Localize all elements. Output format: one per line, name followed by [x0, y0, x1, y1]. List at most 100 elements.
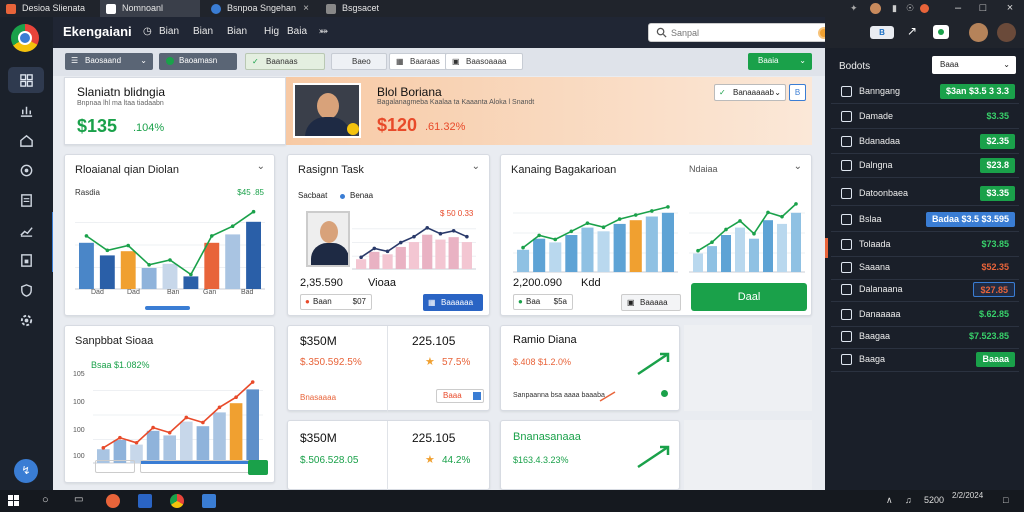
range-start-input[interactable] — [95, 460, 135, 473]
notification-icon[interactable]: □ — [1003, 495, 1008, 505]
task-view-icon[interactable]: ▭ — [74, 494, 83, 505]
bar[interactable] — [707, 246, 717, 272]
chip[interactable]: ● Baa $5a — [513, 294, 573, 310]
bar[interactable] — [246, 221, 261, 289]
search-icon[interactable]: ○ — [42, 494, 49, 506]
nav-wallet-icon[interactable] — [8, 157, 44, 183]
menu-clock-icon[interactable]: ◷ — [143, 26, 152, 37]
tab-close-icon[interactable]: × — [303, 0, 309, 17]
bar[interactable] — [356, 259, 367, 269]
bar[interactable] — [549, 242, 562, 272]
chevron-down-icon[interactable]: ⌄ — [257, 161, 265, 172]
bar[interactable] — [461, 242, 472, 269]
network-icon[interactable]: ∧ — [886, 495, 893, 506]
bar[interactable] — [422, 234, 433, 269]
sidebar-row[interactable]: Saaana $52.35 — [831, 256, 1019, 280]
dock-icon[interactable]: ↗ — [907, 24, 917, 38]
search-input[interactable] — [671, 26, 801, 40]
chevron-down-icon[interactable]: ⌄ — [794, 161, 802, 172]
chrome-icon[interactable] — [170, 494, 184, 508]
bar[interactable] — [79, 242, 94, 289]
nav-trend-icon[interactable] — [8, 217, 44, 243]
bar[interactable] — [763, 220, 773, 272]
sidebar-row[interactable]: Tolaada $73.85 — [831, 233, 1019, 257]
filter-button[interactable]: Baoamasn — [159, 53, 237, 70]
workspace-tag[interactable]: B — [870, 26, 894, 39]
nav-document-icon[interactable] — [8, 187, 44, 213]
pin-icon[interactable]: ✦ — [850, 3, 858, 14]
nav-chart-icon[interactable] — [8, 97, 44, 123]
settings-button[interactable]: B — [789, 84, 806, 101]
explorer-icon[interactable] — [138, 494, 152, 508]
bar[interactable] — [735, 227, 745, 272]
nav-shield-icon[interactable] — [8, 277, 44, 303]
bar[interactable] — [225, 234, 241, 289]
chip[interactable]: ● Baan $07 — [300, 294, 372, 310]
cta-button[interactable]: Daal — [691, 283, 807, 311]
bar[interactable] — [693, 253, 703, 273]
menu-item[interactable]: Baia — [287, 26, 307, 37]
details-button[interactable]: ▦ Baaaaaa — [423, 294, 483, 311]
menu-item[interactable]: Bian — [159, 26, 179, 37]
bar[interactable] — [597, 231, 610, 272]
bar[interactable] — [777, 223, 787, 272]
menu-more-icon[interactable]: ⤘ — [319, 26, 328, 37]
sidebar-row[interactable]: Baagaa $7.523.85 — [831, 325, 1019, 349]
bar[interactable] — [162, 263, 178, 289]
nav-report-icon[interactable] — [8, 247, 44, 273]
bar[interactable] — [565, 235, 578, 272]
bar[interactable] — [213, 412, 226, 463]
bar[interactable] — [613, 223, 626, 272]
bar[interactable] — [204, 242, 220, 289]
menu-item[interactable]: Bian — [227, 26, 247, 37]
nav-dashboard-icon[interactable] — [8, 67, 44, 93]
chevron-down-icon[interactable]: ⌄ — [472, 161, 480, 172]
nav-home-icon[interactable] — [8, 127, 44, 153]
menu-item[interactable]: Hig — [264, 26, 279, 37]
bar[interactable] — [183, 276, 199, 289]
volume-icon[interactable]: ♫ — [905, 495, 912, 505]
firefox-icon[interactable] — [106, 494, 120, 508]
apply-button[interactable] — [248, 460, 268, 475]
close-window-button[interactable]: × — [1002, 0, 1018, 17]
chat-icon[interactable] — [933, 25, 949, 39]
bar[interactable] — [435, 239, 446, 269]
chip[interactable]: Baaa — [436, 389, 484, 403]
bar[interactable] — [448, 237, 459, 269]
bar[interactable] — [581, 227, 594, 272]
sidebar-row[interactable]: Damade $3.35 — [831, 105, 1019, 129]
bar[interactable] — [180, 421, 193, 463]
browser-tab[interactable]: Bsgsacet — [320, 0, 420, 17]
minimize-button[interactable]: – — [950, 0, 966, 17]
bar[interactable] — [661, 212, 674, 272]
browser-tab[interactable]: Bsnpoa Sngehan × — [205, 0, 315, 17]
share-icon[interactable]: ☉ — [906, 3, 914, 14]
sidebar-row[interactable]: Banngang $3an $3.5 3 3.3 — [831, 80, 1019, 104]
bar[interactable] — [408, 242, 420, 269]
avatar[interactable] — [870, 3, 881, 14]
view-dropdown[interactable]: ☰ Baosaand ⌄ — [65, 53, 153, 70]
bar[interactable] — [517, 249, 530, 272]
scrollbar[interactable] — [145, 306, 190, 310]
sidebar-row[interactable]: Datoonbaea $3.35 — [831, 182, 1019, 206]
app-icon[interactable] — [202, 494, 216, 508]
secondary-button[interactable]: ▣ Baaaaa — [621, 294, 681, 311]
bar[interactable] — [99, 255, 115, 289]
sidebar-row[interactable]: Baaga Baaaa — [831, 348, 1019, 372]
nav-settings-icon[interactable] — [8, 307, 44, 333]
browser-tab-active[interactable]: Nomnoanl — [100, 0, 200, 17]
avatar[interactable] — [969, 23, 988, 42]
maximize-button[interactable]: □ — [975, 0, 991, 17]
bar[interactable] — [749, 238, 759, 272]
sidebar-select[interactable]: Baaa ⌄ — [932, 56, 1016, 74]
help-icon[interactable]: ↯ — [14, 459, 38, 483]
search-box[interactable] — [648, 23, 836, 42]
bar[interactable] — [163, 435, 176, 463]
bar[interactable] — [246, 389, 259, 463]
sidebar-row[interactable]: Dalanaana $27.85 — [831, 278, 1019, 302]
sidebar-row[interactable]: Dalngna $23.8 — [831, 154, 1019, 178]
toolbar-button[interactable]: Baeo — [331, 53, 387, 70]
sidebar-row[interactable]: Danaaaaa $.62.85 — [831, 303, 1019, 327]
sidebar-row[interactable]: Bdanadaa $2.35 — [831, 130, 1019, 154]
start-icon[interactable] — [8, 495, 20, 507]
